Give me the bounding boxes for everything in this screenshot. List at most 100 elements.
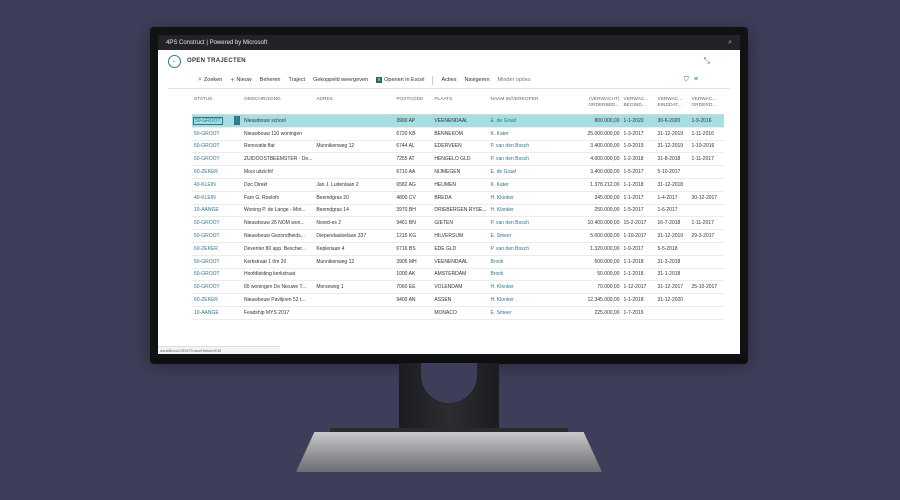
cell-status[interactable]: 50-GROOT [192,216,232,231]
cell-postcode: 7060 EE [394,280,433,295]
row-menu-cell [232,178,242,192]
search-button[interactable]: ⌕ Zoeken [198,76,222,84]
table-row[interactable]: 50-GROOT Kerkstraat 1 t/m 20 Munnikenweg 1… [192,255,724,269]
show-attached-button[interactable]: Gekoppeld weergeven [313,77,368,83]
status-strip: dansBoxxCISSOTrans/HetweriCM [158,346,280,354]
col-order-date[interactable]: VERWAC... ORDERD... [689,95,724,115]
status-link[interactable]: 50-GROOT [194,233,220,239]
cell-begin: 1-5-2017 [621,204,656,218]
cell-status[interactable]: 50-GROOT [192,152,232,167]
col-address[interactable]: ADRES [314,95,395,115]
cell-plaats: BREDA [432,191,489,205]
status-link[interactable]: 10-AANGE [194,207,219,213]
cell-bedrag: 250.000,00 [573,204,622,218]
table-row[interactable]: 50-GROOT ⋮ Nieuwbouw school 3900 AP VEENENDA… [192,114,724,128]
cell-status[interactable]: 40-KLEIN [192,178,232,192]
cell-status[interactable]: 50-GROOT [192,280,232,295]
status-link[interactable]: 60-ZEKER [194,297,218,303]
new-button[interactable]: + Nieuw [230,77,251,84]
cell-bedrag: 5.000.000,00 [573,229,622,243]
table-row[interactable]: 50-GROOT Nieuwbouw Gezondheids... Diependa… [192,229,724,243]
status-link[interactable]: 10-AANGE [194,310,219,316]
collapse-icon[interactable]: ⤡ [704,56,710,66]
back-button[interactable]: ← [168,54,181,68]
status-link[interactable]: 60-ZEKER [194,169,218,175]
filter-icon[interactable]: ⛉ [684,76,689,84]
status-link[interactable]: 50-GROOT [194,284,220,290]
table-row[interactable]: 10-AANGE Woning P. de Lange - Mot... Beemd… [192,204,724,218]
screen: 4PS Construct | Powered by Microsoft ⌕ ←… [158,35,740,354]
manage-menu[interactable]: Beheren [260,77,281,83]
cell-status[interactable]: 10-AANGE [192,204,232,218]
table-row[interactable]: 40-KLEIN Doc Direkt Jan J. Ludenlaan 2 6582… [192,178,724,192]
table-row[interactable]: 40-KLEIN Fam G. Roelofs Beemdgras 20 4800 C… [192,191,724,205]
table-row[interactable]: 60-ZEKER Nieuwbouw Paviljoen 52 t... 9400 … [192,293,724,307]
more-options-icon[interactable]: ⋮ [234,116,240,126]
col-end-date[interactable]: VERWAC... EINDDAT... [655,95,690,115]
table-row[interactable]: 50-GROOT Nieuwbouw 26 NOM won... Noord-es … [192,216,724,231]
table-row[interactable]: 50-GROOT 65 woningen De Nieuwe T... Morsew… [192,280,724,295]
col-status[interactable]: STATUS [192,95,232,115]
cell-adres [314,306,395,320]
cell-order: 29-3-2017 [689,229,724,243]
cell-status[interactable]: 10-AANGE [192,306,232,320]
status-link[interactable]: 50-GROOT [194,143,220,149]
cell-status[interactable]: 50-GROOT [192,127,232,141]
row-menu-cell [232,191,242,205]
col-start-date[interactable]: VERWAC... BEGIND... [621,95,656,115]
status-link[interactable]: 50-GROOT [194,259,220,265]
cell-status[interactable]: 60-ZEKER [192,165,232,179]
projects-table: STATUS OMSCHRIJVING ADRES POSTCODE PLAAT… [192,95,724,320]
table-row[interactable]: 50-GROOT Nieuwbouw 110 woningen 6720 KB BEN… [192,127,724,141]
cell-status[interactable]: 50-GROOT [192,114,232,128]
fewer-options-button[interactable]: Minder opties [498,77,531,83]
cell-status[interactable]: 40-KLEIN [192,191,232,205]
cell-status[interactable]: 60-ZEKER [192,242,232,256]
col-salesperson[interactable]: NAAM IN/VERKOPER [488,95,574,115]
navigate-menu[interactable]: Navigeren [464,77,489,83]
cell-order [689,268,724,282]
table-row[interactable]: 60-ZEKER Deventer 80 app. Bescher... Keple… [192,242,724,256]
col-description[interactable]: OMSCHRIJVING [242,95,315,115]
cell-eind: 31-8-2018 [655,152,690,167]
status-link[interactable]: 50-GROOT [193,116,223,125]
status-link[interactable]: 50-GROOT [194,220,220,226]
table-row[interactable]: 50-GROOT Hoofdleiding kerkstraat 1000 AK AM… [192,268,724,282]
cell-order: 1-11-2017 [689,216,724,231]
cell-bedrag: 800.000,00 [573,114,622,128]
cell-status[interactable]: 50-GROOT [192,268,232,282]
table-row[interactable]: 60-ZEKER Mooi uitzicht! 6710 AA NIJMEGEN E. … [192,165,724,179]
status-link[interactable]: 40-KLEIN [194,182,216,188]
list-view-icon[interactable]: ≡ [694,76,698,84]
cell-begin: 15-2-2017 [621,216,656,231]
col-start-date-line1: VERWAC... [623,97,649,102]
cell-status[interactable]: 50-GROOT [192,140,232,154]
cell-begin: 1-5-2017 [621,165,656,179]
cell-order [689,255,724,269]
cell-begin: 1-7-2019 [621,306,656,320]
status-link[interactable]: 50-GROOT [194,156,220,162]
table-row[interactable]: 50-GROOT Renovatie flat Munnikenweg 12 6744… [192,140,724,154]
status-link[interactable]: 50-GROOT [194,131,220,137]
cell-eind: 31-3-2018 [655,255,690,269]
cell-plaats: EDERVEEN [432,140,489,154]
cell-status[interactable]: 50-GROOT [192,255,232,269]
project-menu[interactable]: Traject [288,77,305,83]
cell-plaats: NIJMEGEN [432,165,489,179]
cell-status[interactable]: 50-GROOT [192,229,232,243]
col-city[interactable]: PLAATS [432,95,489,115]
table-row[interactable]: 10-AANGE Feadship MYS 2017 MONACO E. Smeer 2… [192,306,724,320]
col-order-amount[interactable]: (VERWACHT) ORDERBED... [573,95,622,115]
status-link[interactable]: 60-ZEKER [194,246,218,252]
cell-postcode: 3905 MH [394,255,433,269]
actions-menu[interactable]: Acties [441,77,456,83]
status-link[interactable]: 50-GROOT [194,271,220,277]
search-icon[interactable]: ⌕ [728,39,732,47]
cell-status[interactable]: 60-ZEKER [192,293,232,307]
cell-begin: 1-1-2018 [621,255,656,269]
col-postcode[interactable]: POSTCODE [394,95,433,115]
status-link[interactable]: 40-KLEIN [194,195,216,201]
open-in-excel-button[interactable]: X Openen in Excel [376,77,424,83]
cell-verkoper: H. Klonker [488,191,574,205]
table-row[interactable]: 50-GROOT ZUIDOOSTBEEMSTER - De... 7255 AT H… [192,152,724,167]
